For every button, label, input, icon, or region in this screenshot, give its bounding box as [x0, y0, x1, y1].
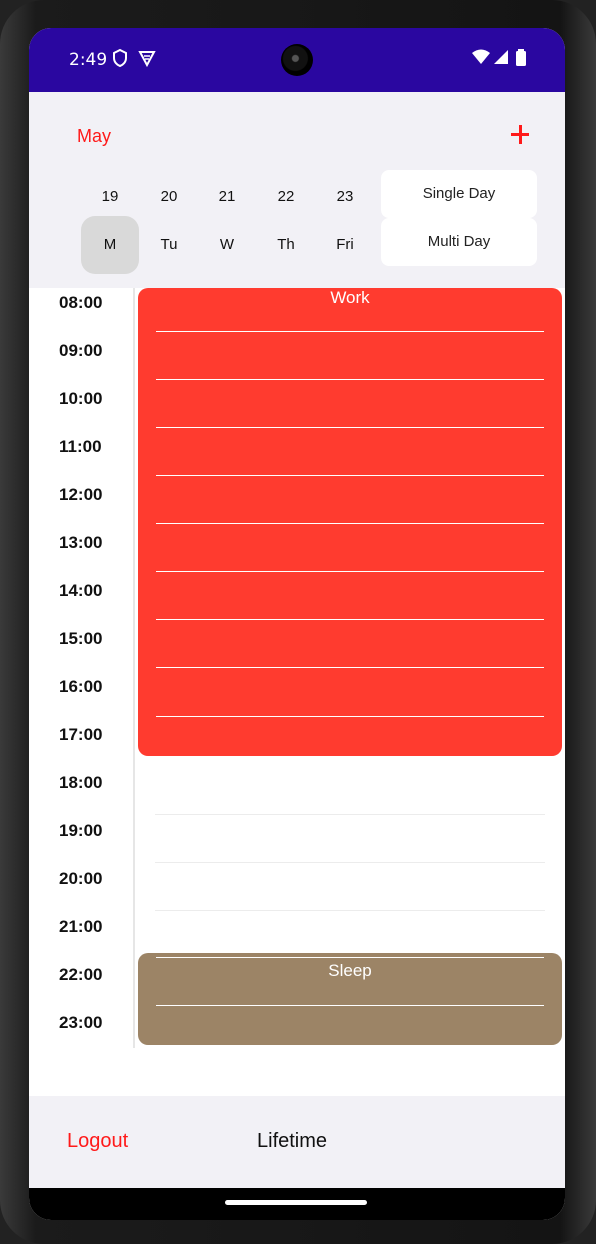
- event-hour-line: [156, 957, 544, 958]
- event-hour-line: [156, 523, 544, 524]
- time-label: 11:00: [59, 437, 102, 456]
- time-label: 17:00: [59, 725, 103, 744]
- time-label: 21:00: [59, 917, 103, 936]
- work-event[interactable]: Work: [138, 288, 562, 756]
- home-gesture-handle[interactable]: [225, 1200, 367, 1205]
- date-19[interactable]: 19: [85, 188, 135, 205]
- time-label: 18:00: [59, 773, 103, 792]
- time-label: 14:00: [59, 581, 103, 600]
- weekday-tuesday[interactable]: Tu: [140, 216, 198, 274]
- status-bar: 2:49: [29, 28, 565, 92]
- timeline-divider: [133, 288, 135, 1048]
- time-label: 20:00: [59, 869, 103, 888]
- time-label: 22:00: [59, 965, 103, 984]
- signal-icon: [493, 48, 509, 70]
- status-time: 2:49: [69, 50, 108, 70]
- time-label: 15:00: [59, 629, 103, 648]
- lifetime-tab[interactable]: Lifetime: [257, 1130, 327, 1153]
- event-title: Sleep: [328, 961, 372, 980]
- month-label[interactable]: May: [77, 126, 111, 147]
- hour-gridline: [155, 862, 545, 863]
- event-hour-line: [156, 379, 544, 380]
- shield-icon: [111, 48, 129, 72]
- date-20[interactable]: 20: [144, 188, 194, 205]
- date-21[interactable]: 21: [202, 188, 252, 205]
- bottom-bar: Logout Lifetime: [29, 1096, 565, 1188]
- weekday-friday[interactable]: Fri: [316, 216, 374, 274]
- time-label: 16:00: [59, 677, 103, 696]
- time-label: 19:00: [59, 821, 103, 840]
- time-label: 09:00: [59, 341, 103, 360]
- weekday-monday[interactable]: M: [81, 216, 139, 274]
- event-hour-line: [156, 475, 544, 476]
- device-frame: 2:49 May 19 20 21 22 23 M Tu W Th Fri Si…: [0, 0, 596, 1244]
- event-hour-line: [156, 427, 544, 428]
- event-hour-line: [156, 667, 544, 668]
- system-nav-bar: [29, 1188, 565, 1220]
- time-label: 23:00: [59, 1013, 103, 1032]
- event-hour-line: [156, 1005, 544, 1006]
- multi-day-button[interactable]: Multi Day: [381, 218, 537, 266]
- single-day-button[interactable]: Single Day: [381, 170, 537, 218]
- time-label: 12:00: [59, 485, 103, 504]
- event-title: Work: [330, 288, 370, 307]
- app-screen: 2:49 May 19 20 21 22 23 M Tu W Th Fri Si…: [29, 28, 565, 1220]
- hour-gridline: [155, 910, 545, 911]
- sleep-event[interactable]: Sleep: [138, 953, 562, 1045]
- battery-icon: [515, 48, 527, 72]
- event-hour-line: [156, 331, 544, 332]
- event-hour-line: [156, 716, 544, 717]
- weekday-wednesday[interactable]: W: [198, 216, 256, 274]
- calendar-header: May 19 20 21 22 23 M Tu W Th Fri Single …: [29, 92, 565, 288]
- time-label: 10:00: [59, 389, 103, 408]
- time-label: 08:00: [59, 293, 103, 312]
- date-22[interactable]: 22: [261, 188, 311, 205]
- vpn-icon: [137, 48, 157, 72]
- time-label: 13:00: [59, 533, 103, 552]
- event-hour-line: [156, 619, 544, 620]
- logout-button[interactable]: Logout: [67, 1130, 128, 1153]
- weekday-thursday[interactable]: Th: [257, 216, 315, 274]
- day-timeline[interactable]: 08:00 09:00 10:00 11:00 12:00 13:00 14:0…: [29, 288, 565, 1048]
- wifi-icon: [471, 48, 491, 70]
- hour-gridline: [155, 814, 545, 815]
- camera-icon: [281, 44, 313, 76]
- date-23[interactable]: 23: [320, 188, 370, 205]
- event-hour-line: [156, 571, 544, 572]
- add-event-button[interactable]: [511, 124, 533, 146]
